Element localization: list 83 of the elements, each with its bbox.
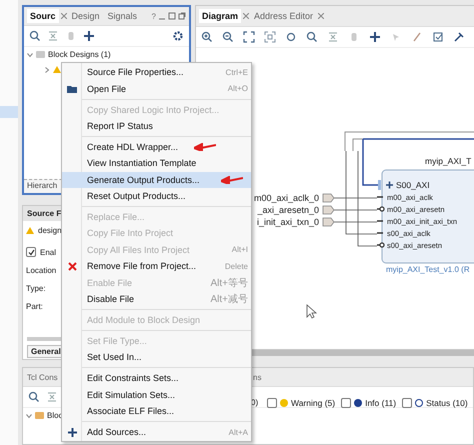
menu-item[interactable]: Edit Constraints Sets... <box>62 370 251 387</box>
add-icon[interactable] <box>83 30 95 42</box>
menu-item[interactable]: Remove File from Project... Delete <box>62 258 251 274</box>
float-icon[interactable] <box>178 12 186 20</box>
chevron-icon[interactable] <box>26 412 32 418</box>
panel-tab[interactable]: ns <box>253 372 473 382</box>
enable-checkbox[interactable] <box>26 247 36 257</box>
zoom-in-icon[interactable] <box>201 31 213 43</box>
circle-icon[interactable] <box>285 31 297 43</box>
menu-item[interactable]: View Instantiation Template <box>62 155 251 172</box>
close-icon[interactable] <box>243 13 250 19</box>
warning-icon <box>26 226 34 234</box>
panel-tab[interactable]: Signals <box>104 9 140 23</box>
maximize-icon[interactable] <box>168 12 176 20</box>
chevron-icon[interactable] <box>27 52 33 58</box>
file-name: design <box>38 226 62 234</box>
pin-line <box>377 196 383 198</box>
menu-item[interactable]: Disable File Alt+减号 <box>62 290 251 308</box>
menu-item[interactable]: Create HDL Wrapper... <box>62 138 251 156</box>
pin-line <box>377 220 383 222</box>
status-icon <box>415 399 424 407</box>
search-icon[interactable] <box>29 30 41 42</box>
input-port-icon <box>322 206 334 214</box>
filter-label: Info (11) <box>365 398 396 408</box>
fit-selection-icon[interactable] <box>264 31 276 43</box>
menu-item[interactable]: Edit Simulation Sets... <box>62 386 251 403</box>
search-icon[interactable] <box>28 391 40 403</box>
checkbox-label: Enal <box>40 248 56 256</box>
menu-item[interactable]: Source File Properties... Ctrl+E <box>62 64 251 80</box>
filter-label: Warning (5) <box>291 398 336 408</box>
add-icon[interactable] <box>369 31 381 43</box>
field-label: Type: <box>26 284 46 292</box>
collapse-icon[interactable] <box>327 31 339 43</box>
remove-icon <box>68 262 76 271</box>
chevron-icon[interactable] <box>44 66 50 72</box>
fit-icon[interactable] <box>243 31 255 43</box>
block-subtitle: myip_AXI_Test_v1.0 (R <box>386 265 470 274</box>
folder-icon <box>67 84 77 93</box>
menu-item[interactable]: Associate ELF Files... <box>62 402 251 420</box>
folder-icon <box>36 51 45 58</box>
validate-icon[interactable] <box>432 31 444 43</box>
collapse-icon[interactable] <box>47 30 59 42</box>
folder-icon <box>35 412 44 419</box>
warning-icon <box>280 399 288 407</box>
inverted-pin-icon <box>377 206 385 212</box>
field-label: Part: <box>26 302 43 310</box>
port-label: _axi_aresetn_0 <box>257 205 319 215</box>
settings-icon[interactable] <box>172 30 184 42</box>
menu-item[interactable]: Set Used In... <box>62 349 251 366</box>
menu-item[interactable]: Open File Alt+O <box>62 80 251 97</box>
pin-label: S00_AXI <box>396 180 430 190</box>
filter-label: Status (10) <box>426 398 468 408</box>
close-icon[interactable] <box>318 13 324 19</box>
panel-tab[interactable]: Design <box>68 9 103 23</box>
selected-row <box>0 106 18 118</box>
bus-pin-icon <box>378 180 394 190</box>
tree-item[interactable]: Block Designs (1) <box>48 50 111 59</box>
add-icon <box>68 428 76 437</box>
field-label: Location <box>26 266 56 274</box>
menu-item[interactable]: Add Sources... Alt+A <box>62 424 251 440</box>
port-label: i_init_axi_txn_0 <box>256 217 319 227</box>
filter-checkbox[interactable] <box>267 398 277 408</box>
inverted-pin-icon <box>377 242 385 248</box>
zoom-out-icon[interactable] <box>222 31 234 43</box>
filter-checkbox[interactable] <box>402 398 412 408</box>
menu-item[interactable]: Report IP Status <box>62 118 251 134</box>
panel-tab[interactable]: Sourc <box>27 9 59 23</box>
info-icon <box>354 399 362 407</box>
cursor-icon <box>306 304 318 319</box>
input-port-icon <box>322 218 334 226</box>
diagram-tab[interactable]: Diagram <box>199 9 242 23</box>
block-title: myip_AXI_T <box>425 156 472 166</box>
filter-checkbox[interactable] <box>341 398 352 408</box>
collapse-icon[interactable] <box>46 391 58 403</box>
close-icon[interactable] <box>60 13 67 19</box>
menu-item[interactable]: Generate Output Products... <box>62 172 251 188</box>
search-icon[interactable] <box>306 31 318 43</box>
pin-line <box>377 232 383 234</box>
diagram-tab[interactable]: Address Editor <box>251 9 316 23</box>
menu-item[interactable]: Reset Output Products... <box>62 188 251 204</box>
port-label: m00_axi_aclk_0 <box>254 193 319 203</box>
help-button[interactable]: ? <box>152 12 156 20</box>
input-port-icon <box>322 194 334 202</box>
